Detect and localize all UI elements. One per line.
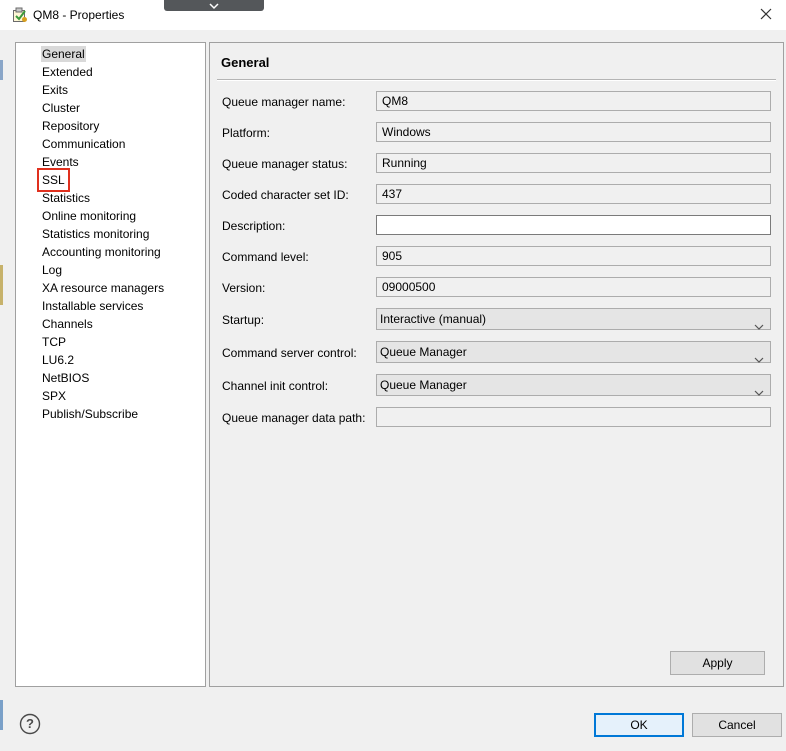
- nav-item-netbios[interactable]: NetBIOS: [41, 370, 90, 386]
- nav-item-statistics-monitoring[interactable]: Statistics monitoring: [41, 226, 150, 242]
- collapsed-toolbar-tab[interactable]: [164, 0, 264, 11]
- chevron-down-icon: [754, 382, 764, 402]
- nav-item-extended[interactable]: Extended: [41, 64, 94, 80]
- close-icon: [760, 8, 772, 23]
- version-field[interactable]: 09000500: [376, 277, 771, 297]
- nav-item-tcp[interactable]: TCP: [41, 334, 67, 350]
- data-path-field[interactable]: [376, 407, 771, 427]
- cmd-server-label: Command server control:: [222, 346, 357, 360]
- description-input[interactable]: [376, 215, 771, 235]
- title-divider: [217, 79, 776, 81]
- platform-label: Platform:: [222, 126, 271, 140]
- properties-app-icon: [12, 7, 28, 23]
- qm-name-label: Queue manager name:: [222, 95, 346, 109]
- nav-item-channels[interactable]: Channels: [41, 316, 94, 332]
- startup-label: Startup:: [222, 313, 265, 327]
- qm-status-field[interactable]: Running: [376, 153, 771, 173]
- cmd-server-value: Queue Manager: [380, 345, 467, 359]
- chevron-down-icon: [208, 0, 220, 14]
- title-bar: QM8 - Properties: [0, 0, 786, 30]
- cmd-server-select[interactable]: Queue Manager: [376, 341, 771, 363]
- data-path-label: Queue manager data path:: [222, 411, 366, 425]
- nav-item-accounting-monitoring[interactable]: Accounting monitoring: [41, 244, 162, 260]
- nav-item-xa-resource-managers[interactable]: XA resource managers: [41, 280, 165, 296]
- nav-item-spx[interactable]: SPX: [41, 388, 67, 404]
- qm-name-field[interactable]: QM8: [376, 91, 771, 111]
- startup-select[interactable]: Interactive (manual): [376, 308, 771, 330]
- nav-item-events[interactable]: Events: [41, 154, 80, 170]
- nav-item-exits[interactable]: Exits: [41, 82, 69, 98]
- qm-status-label: Queue manager status:: [222, 157, 348, 171]
- nav-item-lu62[interactable]: LU6.2: [41, 352, 75, 368]
- chinit-value: Queue Manager: [380, 378, 467, 392]
- window-title: QM8 - Properties: [33, 8, 125, 22]
- property-page-nav: General Extended Exits Cluster Repositor…: [15, 42, 206, 687]
- general-page: General Queue manager name: QM8 Platform…: [209, 42, 784, 687]
- chevron-down-icon: [754, 316, 764, 336]
- nav-item-ssl[interactable]: SSL: [37, 168, 70, 192]
- nav-item-online-monitoring[interactable]: Online monitoring: [41, 208, 137, 224]
- description-label: Description:: [222, 219, 286, 233]
- apply-button[interactable]: Apply: [670, 651, 765, 675]
- nav-item-log[interactable]: Log: [41, 262, 63, 278]
- chinit-select[interactable]: Queue Manager: [376, 374, 771, 396]
- cancel-button[interactable]: Cancel: [692, 713, 782, 737]
- nav-item-repository[interactable]: Repository: [41, 118, 100, 134]
- command-level-label: Command level:: [222, 250, 309, 264]
- command-level-field[interactable]: 905: [376, 246, 771, 266]
- nav-item-statistics[interactable]: Statistics: [41, 190, 91, 206]
- ccsid-label: Coded character set ID:: [222, 188, 349, 202]
- platform-field[interactable]: Windows: [376, 122, 771, 142]
- ccsid-field[interactable]: 437: [376, 184, 771, 204]
- close-button[interactable]: [746, 0, 786, 30]
- nav-item-installable-services[interactable]: Installable services: [41, 298, 144, 314]
- background-edge: [0, 265, 3, 305]
- version-label: Version:: [222, 281, 266, 295]
- startup-value: Interactive (manual): [380, 312, 487, 326]
- chinit-label: Channel init control:: [222, 379, 329, 393]
- chevron-down-icon: [754, 349, 764, 369]
- help-glyph: ?: [26, 716, 34, 731]
- nav-item-general[interactable]: General: [41, 46, 86, 62]
- nav-item-cluster[interactable]: Cluster: [41, 100, 81, 116]
- background-edge: [0, 60, 3, 80]
- background-edge: [0, 700, 3, 730]
- nav-item-publish-subscribe[interactable]: Publish/Subscribe: [41, 406, 139, 422]
- nav-item-communication[interactable]: Communication: [41, 136, 126, 152]
- ok-button[interactable]: OK: [594, 713, 684, 737]
- help-button[interactable]: ?: [19, 713, 41, 735]
- page-title: General: [221, 55, 270, 70]
